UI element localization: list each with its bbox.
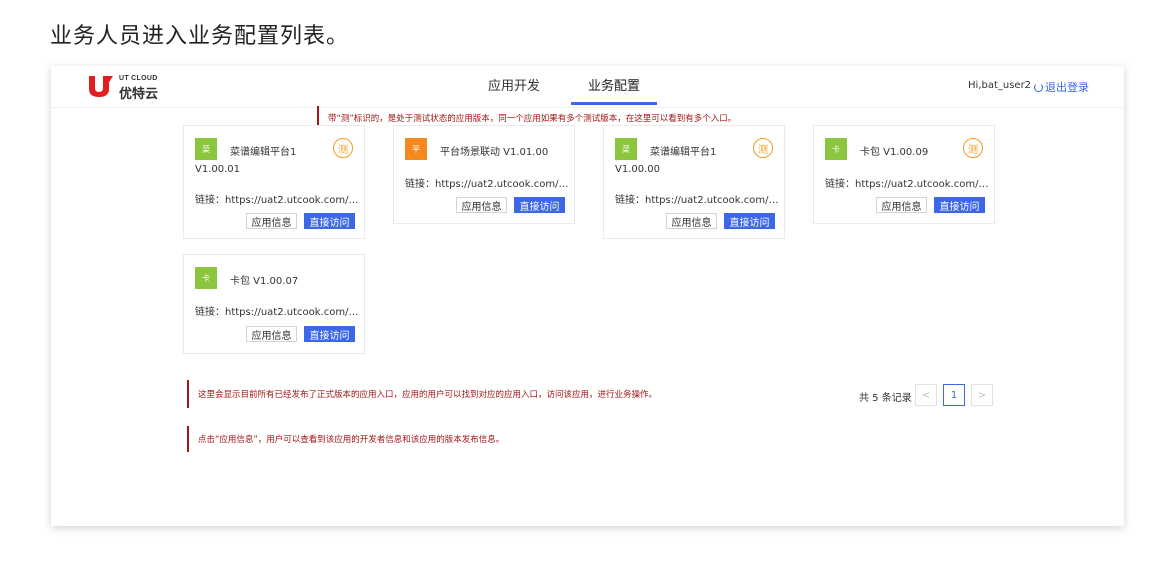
app-card: 平 平台场景联动 V1.01.00 链接：https://uat2.utcook… bbox=[393, 125, 575, 224]
test-badge: 测 bbox=[333, 138, 353, 158]
app-card: 菜 菜谱编辑平台1 测 V1.00.00 链接：https://uat2.utc… bbox=[603, 125, 785, 239]
link-label: 链接： bbox=[195, 195, 225, 206]
link-label: 链接： bbox=[195, 307, 225, 318]
app-avatar-icon: 菜 bbox=[195, 138, 217, 160]
direct-visit-button[interactable]: 直接访问 bbox=[934, 197, 985, 213]
link-url[interactable]: https://uat2.utcook.com/act... bbox=[645, 195, 780, 206]
logout-link[interactable]: 退出登录 bbox=[1034, 79, 1089, 95]
top-header: UT CLOUD 优特云 应用开发 业务配置 Hi,bat_user2 退出登录 bbox=[51, 66, 1124, 108]
app-link: 链接：https://uat2.utcook.com/act... bbox=[405, 175, 570, 190]
link-label: 链接： bbox=[405, 179, 435, 190]
link-label: 链接： bbox=[615, 195, 645, 206]
app-link: 链接：https://uat2.utcook.com/act... bbox=[615, 191, 780, 206]
app-window: UT CLOUD 优特云 应用开发 业务配置 Hi,bat_user2 退出登录… bbox=[51, 66, 1124, 526]
app-info-button[interactable]: 应用信息 bbox=[246, 326, 297, 342]
link-url[interactable]: https://uat2.utcook.com/act... bbox=[225, 307, 360, 318]
app-avatar-icon: 卡 bbox=[825, 138, 847, 160]
app-title: 卡包 V1.00.09 bbox=[860, 147, 929, 158]
tab-business-config[interactable]: 业务配置 bbox=[571, 75, 657, 108]
app-title: 平台场景联动 V1.01.00 bbox=[440, 147, 549, 158]
page-1-button[interactable]: 1 bbox=[943, 384, 965, 406]
app-avatar-icon: 卡 bbox=[195, 267, 217, 289]
app-title: 菜谱编辑平台1 bbox=[230, 147, 297, 158]
annotation-app-info: 点击“应用信息”，用户可以查看到该应用的开发者信息和该应用的版本发布信息。 bbox=[187, 426, 504, 452]
app-card: 菜 菜谱编辑平台1 测 V1.00.01 链接：https://uat2.utc… bbox=[183, 125, 365, 239]
tab-app-development[interactable]: 应用开发 bbox=[488, 75, 540, 108]
app-info-button[interactable]: 应用信息 bbox=[666, 213, 717, 229]
logo-text-en: UT CLOUD bbox=[119, 75, 158, 82]
app-info-button[interactable]: 应用信息 bbox=[876, 197, 927, 213]
link-url[interactable]: https://uat2.utcook.com/act... bbox=[225, 195, 360, 206]
app-link: 链接：https://uat2.utcook.com/act... bbox=[825, 175, 990, 190]
app-card: 卡 卡包 V1.00.07 链接：https://uat2.utcook.com… bbox=[183, 254, 365, 354]
app-title: 卡包 V1.00.07 bbox=[230, 276, 299, 287]
app-card: 卡 卡包 V1.00.09 测 链接：https://uat2.utcook.c… bbox=[813, 125, 995, 224]
prev-page-button[interactable]: < bbox=[915, 384, 937, 406]
logout-icon bbox=[1034, 82, 1043, 92]
app-link: 链接：https://uat2.utcook.com/act... bbox=[195, 303, 360, 318]
logo-mark-icon bbox=[89, 76, 113, 97]
app-version: V1.00.01 bbox=[195, 164, 241, 175]
annotation-list-entries: 这里会显示目前所有已经发布了正式版本的应用入口，应用的用户可以找到对应的应用入口… bbox=[187, 380, 657, 408]
app-title: 菜谱编辑平台1 bbox=[650, 147, 717, 158]
next-page-button[interactable]: > bbox=[971, 384, 993, 406]
link-url[interactable]: https://uat2.utcook.com/act... bbox=[435, 179, 570, 190]
test-badge: 测 bbox=[753, 138, 773, 158]
app-info-button[interactable]: 应用信息 bbox=[246, 213, 297, 229]
logout-label: 退出登录 bbox=[1045, 81, 1089, 94]
app-avatar-icon: 平 bbox=[405, 138, 427, 160]
app-version: V1.00.00 bbox=[615, 164, 661, 175]
link-url[interactable]: https://uat2.utcook.com/act... bbox=[855, 179, 990, 190]
app-link: 链接：https://uat2.utcook.com/act... bbox=[195, 191, 360, 206]
app-info-button[interactable]: 应用信息 bbox=[456, 197, 507, 213]
total-records: 共 5 条记录 bbox=[859, 393, 912, 404]
app-avatar-icon: 菜 bbox=[615, 138, 637, 160]
link-label: 链接： bbox=[825, 179, 855, 190]
direct-visit-button[interactable]: 直接访问 bbox=[304, 213, 355, 229]
direct-visit-button[interactable]: 直接访问 bbox=[514, 197, 565, 213]
test-badge: 测 bbox=[963, 138, 983, 158]
direct-visit-button[interactable]: 直接访问 bbox=[304, 326, 355, 342]
logo-text-cn: 优特云 bbox=[119, 87, 159, 102]
direct-visit-button[interactable]: 直接访问 bbox=[724, 213, 775, 229]
page-heading: 业务人员进入业务配置列表。 bbox=[50, 24, 350, 49]
user-greeting: Hi,bat_user2 bbox=[968, 80, 1032, 91]
brand-logo[interactable]: UT CLOUD 优特云 bbox=[87, 74, 167, 102]
